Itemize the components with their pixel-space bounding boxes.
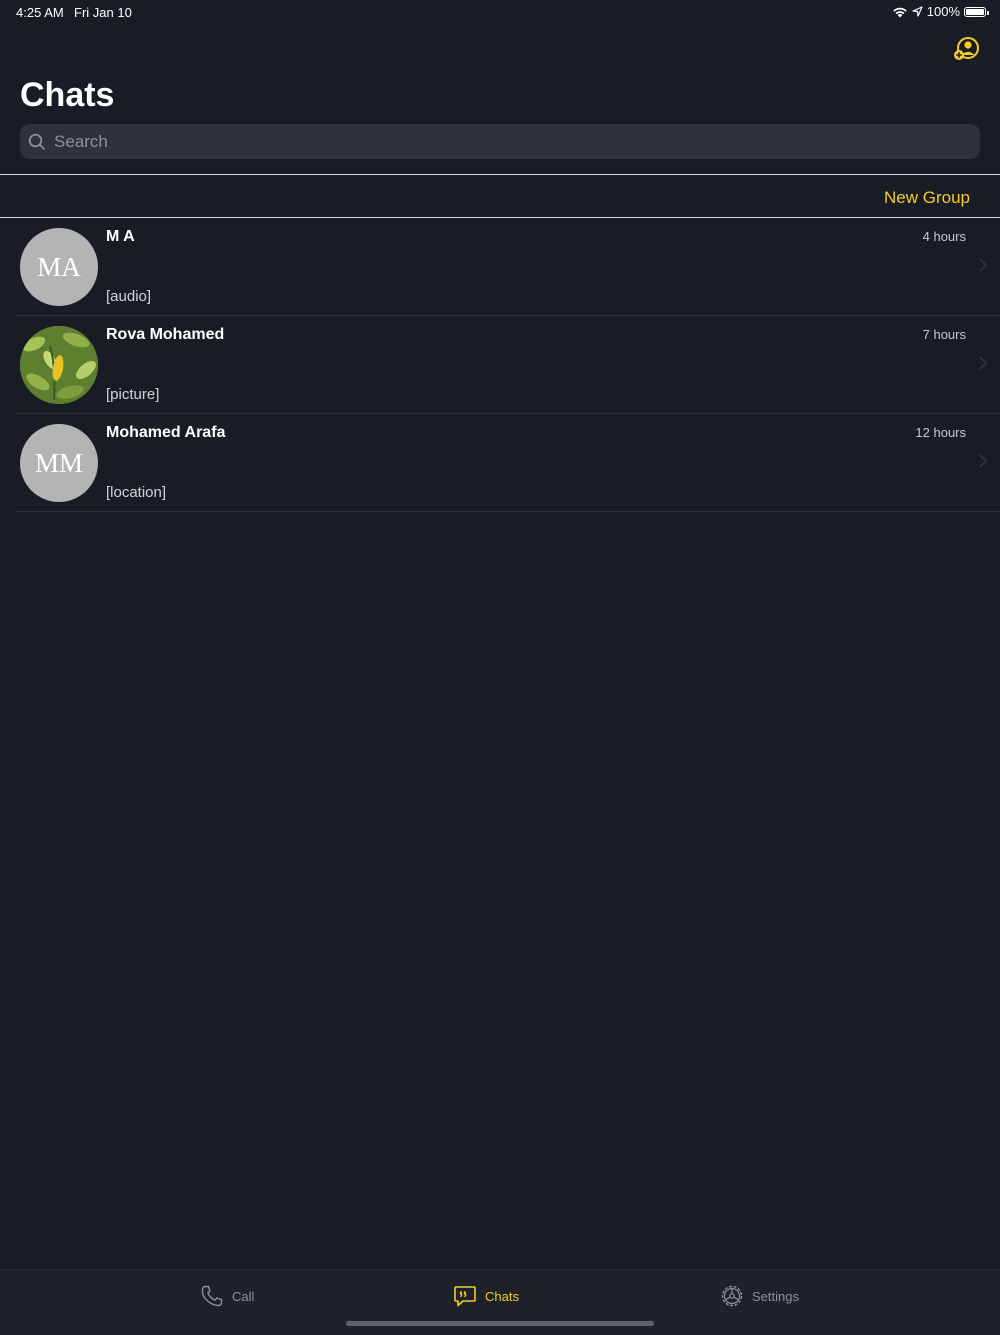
search-input[interactable] bbox=[52, 130, 956, 153]
chat-row-mohamed-arafa[interactable]: MM Mohamed Arafa 12 hours [location] bbox=[16, 414, 1000, 512]
battery-icon bbox=[964, 6, 989, 17]
chat-time: 4 hours bbox=[922, 229, 966, 244]
status-bar: 4:25 AM Fri Jan 10 100% bbox=[0, 0, 1000, 24]
add-contact-icon bbox=[954, 37, 979, 60]
chevron-right-icon bbox=[979, 258, 988, 272]
status-time: 4:25 AM bbox=[16, 5, 64, 20]
tab-call-label: Call bbox=[232, 1288, 255, 1304]
home-indicator bbox=[346, 1321, 654, 1326]
chevron-right-icon bbox=[979, 454, 988, 468]
chat-preview: [picture] bbox=[106, 386, 160, 403]
avatar: MM bbox=[20, 424, 98, 502]
add-contact-button[interactable] bbox=[952, 36, 980, 64]
chat-name: Mohamed Arafa bbox=[106, 424, 226, 441]
chat-preview: [location] bbox=[106, 484, 167, 501]
divider bbox=[0, 174, 1000, 175]
chat-name: Rova Mohamed bbox=[106, 326, 225, 343]
chat-row-rova-mohamed[interactable]: Rova Mohamed 7 hours [picture] bbox=[16, 316, 1000, 414]
wifi-icon bbox=[892, 7, 907, 17]
chat-list: MA M A 4 hours [audio] Rova Mohamed 7 ho… bbox=[0, 218, 1000, 512]
chat-name: M A bbox=[106, 228, 135, 245]
chat-time: 12 hours bbox=[915, 425, 966, 440]
chat-row-m-a[interactable]: MA M A 4 hours [audio] bbox=[16, 218, 1000, 316]
tab-chats-label: Chats bbox=[485, 1288, 519, 1304]
leaf-photo-image bbox=[20, 326, 98, 404]
status-date: Fri Jan 10 bbox=[74, 5, 132, 20]
chat-preview: [audio] bbox=[106, 288, 152, 305]
battery-percent: 100% bbox=[926, 4, 960, 19]
avatar-photo bbox=[20, 326, 98, 404]
chevron-right-icon bbox=[979, 356, 988, 370]
search-icon bbox=[28, 133, 45, 150]
search-bar[interactable] bbox=[20, 124, 980, 159]
tab-call[interactable]: Call bbox=[200, 1284, 254, 1308]
tab-settings[interactable]: Settings bbox=[720, 1284, 799, 1308]
chat-bubble-icon bbox=[454, 1286, 476, 1307]
page-title: Chats bbox=[20, 76, 115, 114]
new-group-button[interactable]: New Group bbox=[884, 188, 970, 208]
gear-icon bbox=[721, 1285, 743, 1307]
tab-settings-label: Settings bbox=[752, 1288, 799, 1304]
avatar: MA bbox=[20, 228, 98, 306]
tab-chats[interactable]: Chats bbox=[453, 1284, 519, 1308]
status-indicators: 100% bbox=[892, 4, 989, 19]
chat-time: 7 hours bbox=[922, 327, 966, 342]
location-arrow-icon bbox=[912, 6, 923, 17]
phone-icon bbox=[201, 1285, 223, 1307]
